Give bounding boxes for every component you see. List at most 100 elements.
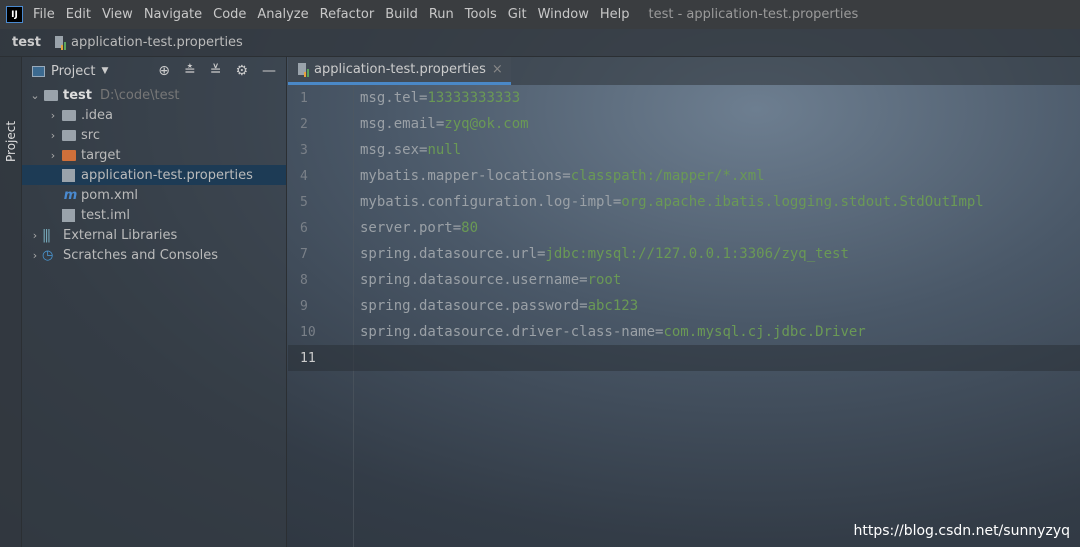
code-line: 1 msg.tel=13333333333 — [288, 85, 1080, 111]
code-area[interactable]: 1 msg.tel=13333333333 2 msg.email=zyq@ok.co… — [288, 85, 1080, 371]
tree-item-label: target — [81, 147, 121, 163]
chevron-icon[interactable]: › — [46, 109, 60, 122]
line-number: 7 — [300, 246, 308, 262]
property-value: classpath:/mapper/*.xml — [570, 168, 765, 184]
menu-code[interactable]: Code — [213, 7, 246, 22]
line-number: 10 — [300, 324, 316, 340]
code-line: 10 spring.datasource.driver-class-name=co… — [288, 319, 1080, 345]
properties-file-icon — [62, 168, 75, 182]
project-panel-header: Project ▼ ⊕ ≛ ≚ ⚙ — — [22, 57, 286, 85]
tree-item[interactable]: m pom.xml — [22, 185, 286, 205]
chevron-icon[interactable]: › — [28, 249, 42, 262]
property-key: server.port= — [360, 220, 462, 236]
property-key: spring.datasource.username= — [360, 272, 588, 288]
line-number: 11 — [300, 350, 316, 366]
property-value: jdbc:mysql://127.0.0.1:3306/zyq_test — [545, 246, 849, 262]
tree-item-label: External Libraries — [63, 227, 178, 243]
properties-file-icon — [54, 35, 67, 50]
code-line: 4 mybatis.mapper-locations=classpath:/map… — [288, 163, 1080, 189]
property-value: null — [427, 142, 462, 158]
tree-item-label: application-test.properties — [81, 167, 253, 183]
scratches-icon: ◷ — [42, 247, 54, 263]
watermark: https://blog.csdn.net/sunnyzyq — [853, 523, 1070, 539]
breadcrumb-file[interactable]: application-test.properties — [54, 35, 243, 50]
tree-item-path: D:\code\test — [99, 87, 180, 103]
gear-icon[interactable]: ⚙ — [235, 63, 248, 79]
property-value: com.mysql.cj.jdbc.Driver — [663, 324, 866, 340]
tool-window-stripe: Project — [0, 57, 22, 547]
chevron-down-icon[interactable]: ▼ — [101, 66, 108, 76]
tree-item-label: Scratches and Consoles — [63, 247, 219, 263]
property-value: root — [587, 272, 622, 288]
line-number: 5 — [300, 194, 308, 210]
expand-all-icon[interactable]: ≛ — [184, 63, 196, 79]
property-key: spring.datasource.driver-class-name= — [360, 324, 664, 340]
project-view-icon — [32, 65, 45, 77]
property-key: msg.tel= — [360, 90, 428, 106]
window-title: test - application-test.properties — [648, 7, 859, 22]
code-line: 6 server.port=80 — [288, 215, 1080, 241]
menu-bar: IJ File Edit View Navigate Code Analyze Refact… — [0, 0, 1080, 29]
locate-icon[interactable]: ⊕ — [158, 63, 170, 79]
tree-item[interactable]: › target — [22, 145, 286, 165]
folder-icon — [62, 129, 76, 141]
tree-item[interactable]: › ◷ Scratches and Consoles — [22, 245, 286, 265]
menu-build[interactable]: Build — [385, 7, 418, 22]
menu-help[interactable]: Help — [600, 7, 630, 22]
chevron-icon[interactable]: ⌄ — [28, 89, 42, 102]
menu-refactor[interactable]: Refactor — [320, 7, 375, 22]
collapse-all-icon[interactable]: ≚ — [210, 63, 222, 79]
menu-git[interactable]: Git — [508, 7, 527, 22]
code-line: 7 spring.datasource.url=jdbc:mysql://127.… — [288, 241, 1080, 267]
code-line: 8 spring.datasource.username=root — [288, 267, 1080, 293]
property-key: spring.datasource.password= — [360, 298, 588, 314]
property-value: 13333333333 — [427, 90, 521, 106]
menu-analyze[interactable]: Analyze — [257, 7, 308, 22]
menu-run[interactable]: Run — [429, 7, 454, 22]
chevron-icon[interactable]: › — [46, 149, 60, 162]
tree-item-label: src — [81, 127, 100, 143]
line-number: 1 — [300, 90, 308, 106]
line-number: 3 — [300, 142, 308, 158]
folder-excluded-icon — [62, 149, 76, 161]
menu-file[interactable]: File — [33, 7, 55, 22]
folder-icon — [62, 109, 76, 121]
property-key: mybatis.configuration.log-impl= — [360, 194, 622, 210]
tree-item[interactable]: application-test.properties — [22, 165, 286, 185]
code-line: 2 msg.email=zyq@ok.com — [288, 111, 1080, 137]
menu-tools[interactable]: Tools — [465, 7, 497, 22]
tree-item-label: test.iml — [81, 207, 130, 223]
tree-item[interactable]: › ||| External Libraries — [22, 225, 286, 245]
property-value: org.apache.ibatis.logging.stdout.StdOutI… — [621, 194, 984, 210]
code-line: 9 spring.datasource.password=abc123 — [288, 293, 1080, 319]
tree-item[interactable]: test.iml — [22, 205, 286, 225]
line-number: 6 — [300, 220, 308, 236]
chevron-icon[interactable]: › — [28, 229, 42, 242]
iml-file-icon — [62, 208, 75, 222]
close-icon[interactable]: × — [492, 62, 503, 77]
property-value: 80 — [461, 220, 479, 236]
menu-view[interactable]: View — [102, 7, 133, 22]
tree-item[interactable]: › src — [22, 125, 286, 145]
code-line: 11 — [288, 345, 1080, 371]
menu-edit[interactable]: Edit — [66, 7, 91, 22]
menu-navigate[interactable]: Navigate — [144, 7, 202, 22]
project-view-dropdown[interactable]: Project — [51, 64, 95, 79]
hide-icon[interactable]: — — [262, 63, 276, 79]
maven-icon: m — [63, 187, 78, 203]
tree-item-label: .idea — [81, 107, 113, 123]
intellij-logo-icon: IJ — [6, 6, 23, 23]
chevron-icon[interactable]: › — [46, 129, 60, 142]
line-number: 4 — [300, 168, 308, 184]
breadcrumb: test application-test.properties — [0, 29, 1080, 57]
tree-item[interactable]: › .idea — [22, 105, 286, 125]
breadcrumb-project[interactable]: test — [12, 35, 41, 50]
code-line: 3 msg.sex=null — [288, 137, 1080, 163]
tab-application-test-properties[interactable]: application-test.properties × — [288, 57, 511, 85]
menu-window[interactable]: Window — [538, 7, 589, 22]
tree-item[interactable]: ⌄ test D:\code\test — [22, 85, 286, 105]
line-number: 9 — [300, 298, 308, 314]
property-value: zyq@ok.com — [444, 116, 529, 132]
project-tool-button[interactable]: Project — [4, 112, 18, 162]
editor: application-test.properties × 1 msg.tel=13… — [288, 57, 1080, 547]
